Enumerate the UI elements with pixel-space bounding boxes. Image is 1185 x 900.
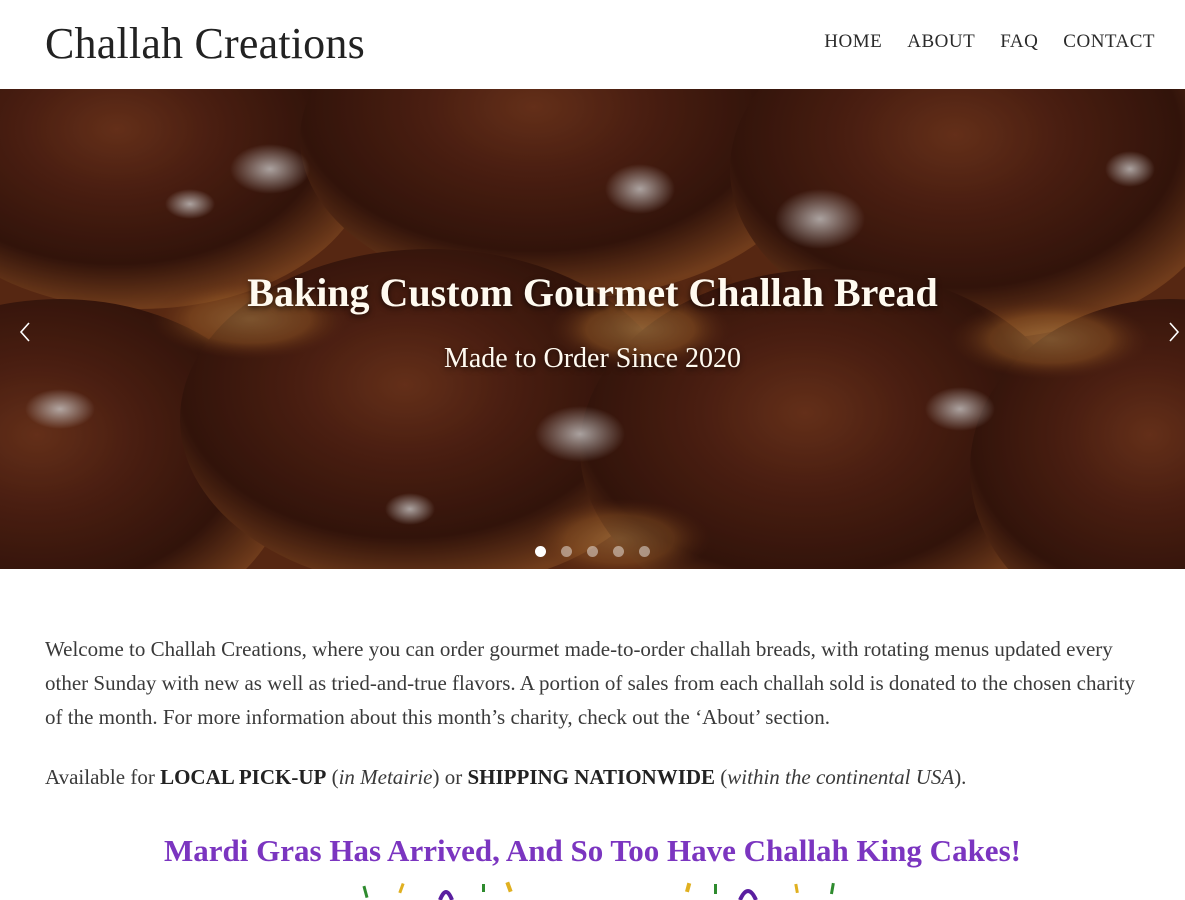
hero-slider: Baking Custom Gourmet Challah Bread Made… xyxy=(0,89,1185,569)
availability-prefix: Available for xyxy=(45,765,161,789)
chevron-right-icon xyxy=(1169,322,1180,342)
availability-paren-1: ( xyxy=(326,765,339,789)
availability-or: ) or xyxy=(432,765,468,789)
mardi-gras-decoration-image xyxy=(362,881,835,900)
slider-dot-2[interactable] xyxy=(561,546,572,557)
hero-title: Baking Custom Gourmet Challah Bread xyxy=(247,270,938,315)
hero-subtitle: Made to Order Since 2020 xyxy=(443,343,742,374)
availability-paren-2: ( xyxy=(715,765,728,789)
nav-about[interactable]: ABOUT xyxy=(907,31,975,53)
mardi-gras-promo-heading: Mardi Gras Has Arrived, And So Too Have … xyxy=(164,833,1021,868)
shipping-label: SHIPPING NATIONWIDE xyxy=(467,765,716,789)
slider-next-button[interactable] xyxy=(1161,317,1185,347)
main-content: Welcome to Challah Creations, where you … xyxy=(45,632,1155,794)
slider-dots xyxy=(0,546,1185,557)
nav-contact[interactable]: CONTACT xyxy=(1063,31,1155,53)
main-nav: HOME ABOUT FAQ CONTACT xyxy=(799,31,1155,53)
nav-faq[interactable]: FAQ xyxy=(1000,31,1038,53)
shipping-region: within the continental USA xyxy=(727,765,955,789)
availability-paragraph: Available for LOCAL PICK-UP (in Metairie… xyxy=(45,760,1155,794)
availability-end: ). xyxy=(954,765,967,789)
site-title[interactable]: Challah Creations xyxy=(45,18,365,69)
local-pickup-label: LOCAL PICK-UP xyxy=(160,765,327,789)
chevron-left-icon xyxy=(19,322,30,342)
slider-prev-button[interactable] xyxy=(14,317,38,347)
slider-dot-4[interactable] xyxy=(613,546,624,557)
nav-home[interactable]: HOME xyxy=(824,31,882,53)
welcome-paragraph: Welcome to Challah Creations, where you … xyxy=(45,637,1135,729)
slider-dot-3[interactable] xyxy=(587,546,598,557)
slider-dot-5[interactable] xyxy=(639,546,650,557)
site-header: Challah Creations HOME ABOUT FAQ CONTACT xyxy=(0,0,1185,89)
slider-dot-1[interactable] xyxy=(535,546,546,557)
local-pickup-location: in Metairie xyxy=(338,765,433,789)
challah-bread-image xyxy=(0,89,1185,569)
